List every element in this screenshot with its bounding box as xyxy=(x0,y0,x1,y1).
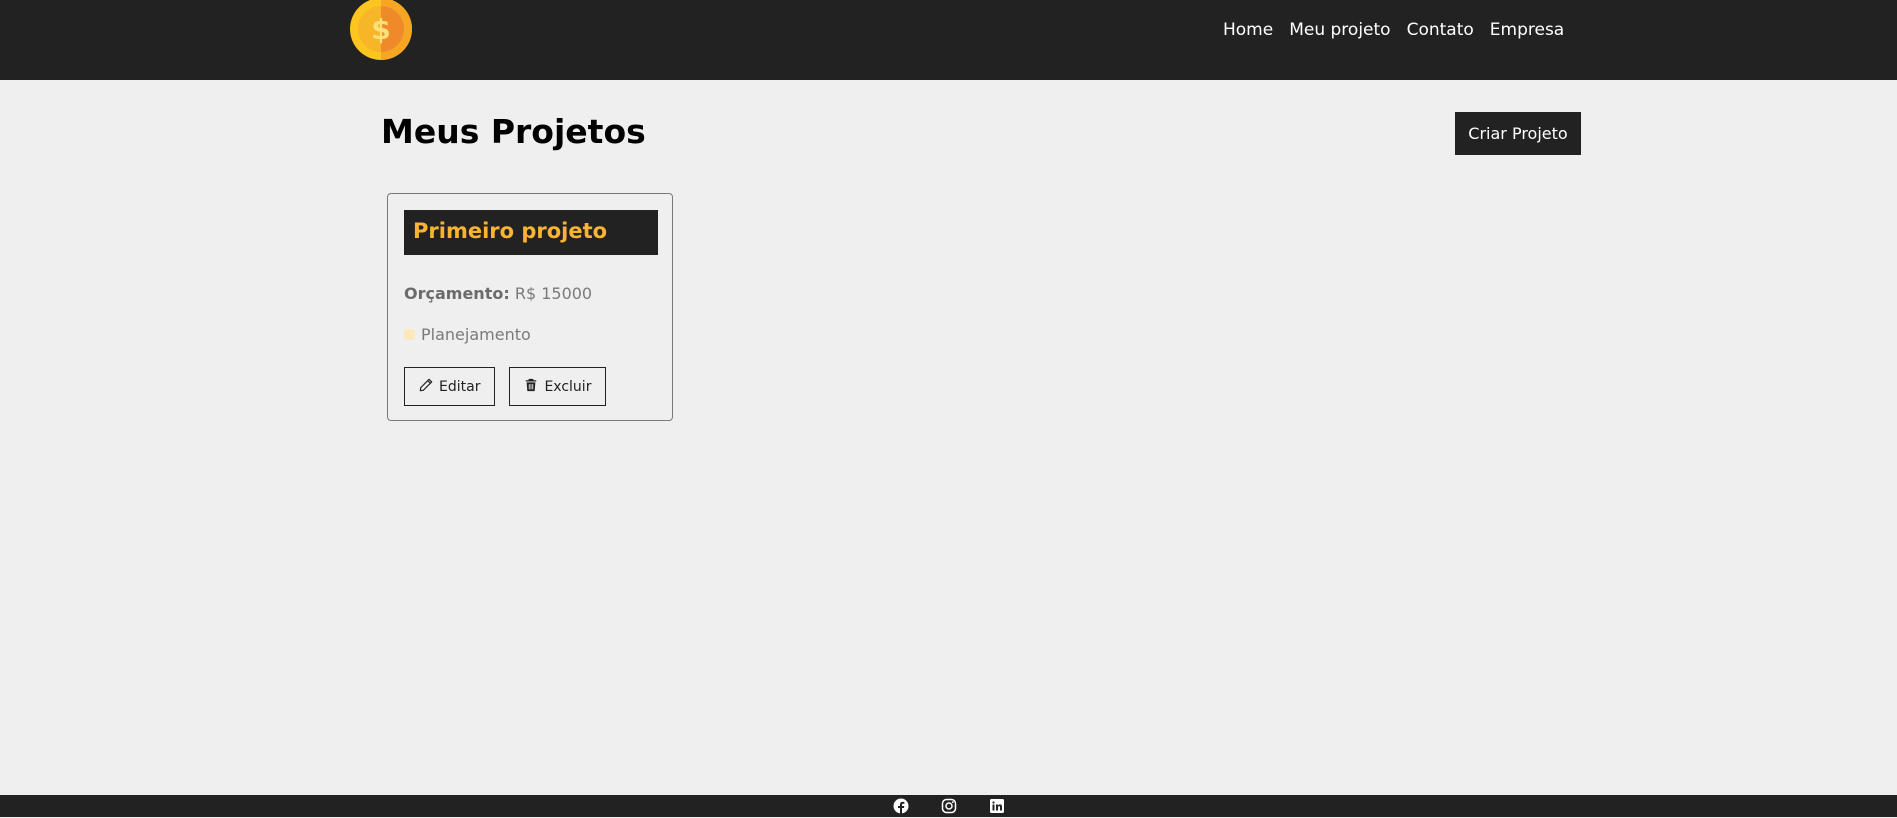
linkedin-icon[interactable] xyxy=(989,798,1005,814)
pencil-icon xyxy=(419,378,433,396)
delete-label: Excluir xyxy=(544,378,592,395)
project-card: Primeiro projeto Orçamento: R$ 15000 Pla… xyxy=(387,193,673,421)
edit-label: Editar xyxy=(439,378,481,395)
card-actions: Editar Excluir xyxy=(404,367,607,406)
page-title: Meus Projetos xyxy=(381,112,646,151)
project-category: Planejamento xyxy=(404,325,531,344)
nav-link-contato[interactable]: Contato xyxy=(1407,20,1474,40)
edit-button[interactable]: Editar xyxy=(404,367,496,406)
budget-label: Orçamento: xyxy=(404,284,510,303)
nav-link-home[interactable]: Home xyxy=(1223,20,1273,40)
category-dot-icon xyxy=(404,329,415,340)
trash-icon xyxy=(524,378,538,396)
facebook-icon[interactable] xyxy=(893,798,909,814)
nav-links: Home Meu projeto Contato Empresa xyxy=(1223,20,1564,40)
budget-value: R$ 15000 xyxy=(514,284,593,303)
nav-link-empresa[interactable]: Empresa xyxy=(1490,20,1564,40)
category-label: Planejamento xyxy=(421,325,531,344)
create-project-button[interactable]: Criar Projeto xyxy=(1455,112,1581,155)
project-title-bar: Primeiro projeto xyxy=(404,210,658,255)
project-budget: Orçamento: R$ 15000 xyxy=(404,284,592,303)
instagram-icon[interactable] xyxy=(941,798,957,814)
delete-button[interactable]: Excluir xyxy=(509,367,607,406)
nav-link-meu-projeto[interactable]: Meu projeto xyxy=(1289,20,1390,40)
project-name: Primeiro projeto xyxy=(413,219,608,243)
footer xyxy=(0,795,1897,817)
coin-logo-icon[interactable]: $ xyxy=(349,0,413,61)
svg-text:$: $ xyxy=(371,13,390,46)
navbar: $ Home Meu projeto Contato Empresa xyxy=(0,0,1897,80)
social-links xyxy=(893,798,1005,814)
